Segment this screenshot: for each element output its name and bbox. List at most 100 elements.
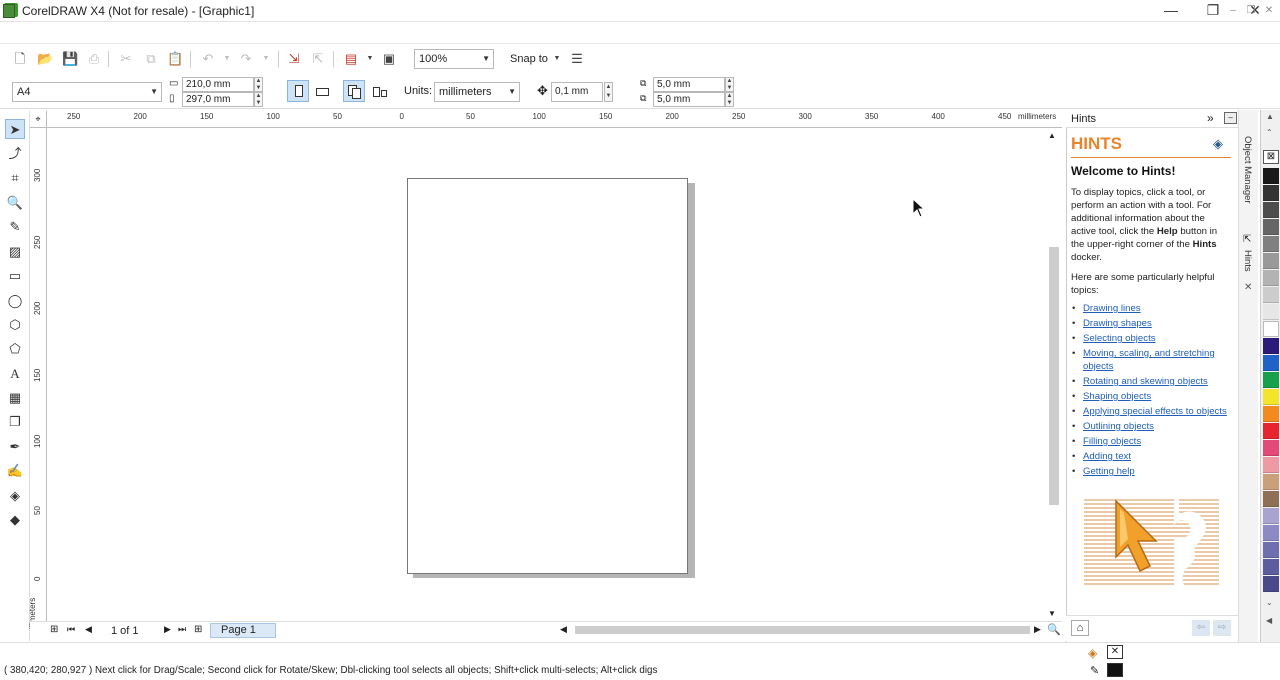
palette-swatch[interactable] [1263, 474, 1279, 490]
text-tool-icon[interactable]: A [5, 364, 25, 384]
scroll-down-icon[interactable]: ▼ [1048, 609, 1056, 618]
vertical-scroll-thumb[interactable] [1049, 247, 1059, 505]
hints-topic-link[interactable]: Moving, scaling, and stretching objects [1083, 348, 1215, 372]
hints-topic-link[interactable]: Drawing shapes [1083, 318, 1152, 329]
outline-color-swatch[interactable] [1107, 663, 1123, 677]
page-width-field[interactable]: 210,0 mm [182, 77, 254, 92]
scroll-up-icon[interactable]: ▲ [1048, 131, 1056, 140]
scroll-left-icon[interactable]: ◀ [560, 624, 567, 635]
copy-icon[interactable]: ⧉ [143, 51, 159, 67]
hints-topic-link[interactable]: Drawing lines [1083, 303, 1141, 314]
doc-minimize-button[interactable]: – [1226, 4, 1240, 18]
export-icon[interactable]: ⇱ [310, 51, 326, 67]
palette-swatch[interactable] [1263, 355, 1279, 371]
cut-icon[interactable]: ✂ [118, 51, 134, 67]
page-height-field[interactable]: 297,0 mm [182, 92, 254, 107]
hints-options-icon[interactable]: ◈ [1213, 136, 1223, 152]
minimize-button[interactable]: — [1150, 0, 1192, 20]
interactive-fill-tool-icon[interactable]: ◆ [5, 510, 25, 530]
zoom-tool-icon[interactable]: 🔍 [5, 193, 25, 213]
palette-expand-icon[interactable]: ◀ [1266, 616, 1272, 625]
palette-swatch[interactable] [1263, 559, 1279, 575]
outline-tool-icon[interactable]: ✍ [5, 461, 25, 481]
palette-swatch[interactable] [1263, 270, 1279, 286]
palette-swatch[interactable] [1263, 508, 1279, 524]
polygon-tool-icon[interactable]: ⬡ [5, 315, 25, 335]
hints-topic-link[interactable]: Outlining objects [1083, 421, 1154, 432]
undo-icon[interactable]: ↶ [200, 51, 216, 67]
palette-swatch[interactable] [1263, 576, 1279, 592]
open-icon[interactable]: 📂 [37, 51, 53, 67]
palette-swatch[interactable] [1263, 542, 1279, 558]
palette-swatch[interactable] [1263, 304, 1279, 320]
duplicate-distance-x-field[interactable]: 5,0 mm [653, 77, 725, 92]
snap-to-button[interactable]: Snap to [510, 53, 548, 65]
blend-tool-icon[interactable]: ❐ [5, 412, 25, 432]
palette-swatch[interactable] [1263, 389, 1279, 405]
ruler-origin-icon[interactable]: ⌖ [30, 111, 47, 128]
horizontal-ruler[interactable] [30, 111, 1062, 128]
palette-swatch[interactable] [1263, 253, 1279, 269]
hints-topic-link[interactable]: Getting help [1083, 466, 1135, 477]
palette-swatch[interactable] [1263, 168, 1279, 184]
duplicate-x-spinner[interactable]: ▲ ▼ [725, 77, 734, 92]
page-size-combo[interactable]: A4 ▼ [12, 82, 162, 102]
horizontal-scroll-thumb[interactable] [575, 626, 1030, 634]
doc-restore-button[interactable]: ❐ [1244, 4, 1258, 18]
palette-swatch[interactable] [1263, 287, 1279, 303]
scroll-right-icon[interactable]: ▶ [1034, 624, 1041, 635]
hints-topic-link[interactable]: Filling objects [1083, 436, 1141, 447]
last-page-icon[interactable]: ⏭ [178, 624, 186, 635]
next-page-icon[interactable]: ▶ [164, 624, 171, 635]
paste-icon[interactable]: 📋 [167, 51, 183, 67]
page-tab[interactable]: Page 1 [210, 623, 276, 638]
shape-tool-icon[interactable]: ⤴ [5, 144, 25, 164]
hints-home-icon[interactable]: ⌂ [1071, 620, 1089, 636]
duplicate-y-spinner[interactable]: ▲ ▼ [725, 92, 734, 107]
options-icon[interactable]: ☰ [569, 51, 585, 67]
hints-topic-link[interactable]: Applying special effects to objects [1083, 406, 1227, 417]
ellipse-tool-icon[interactable]: ◯ [5, 291, 25, 311]
document-icon[interactable] [3, 4, 15, 18]
insert-page-after-icon[interactable]: ⊞ [194, 624, 202, 635]
launcher-dropdown-icon[interactable]: ▼ [362, 51, 378, 67]
smart-fill-tool-icon[interactable]: ▨ [5, 242, 25, 262]
freehand-tool-icon[interactable]: ✎ [5, 217, 25, 237]
basic-shapes-tool-icon[interactable]: ⬠ [5, 339, 25, 359]
palette-swatch[interactable] [1263, 491, 1279, 507]
redo-icon[interactable]: ↷ [238, 51, 254, 67]
tab-close-icon[interactable]: ✕ [1244, 282, 1252, 293]
table-tool-icon[interactable]: ▦ [5, 388, 25, 408]
print-icon[interactable]: ⎙ [86, 51, 102, 67]
new-document-icon[interactable]: 🗋 [12, 51, 28, 67]
nudge-distance-field[interactable]: 0,1 mm [551, 82, 603, 102]
palette-swatch[interactable] [1263, 219, 1279, 235]
landscape-button[interactable] [311, 80, 333, 102]
fill-color-swatch[interactable]: ✕ [1107, 645, 1123, 659]
palette-swatch[interactable] [1263, 338, 1279, 354]
no-fill-swatch[interactable]: ⊠ [1263, 150, 1279, 164]
palette-swatch[interactable] [1263, 406, 1279, 422]
rectangle-tool-icon[interactable]: ▭ [5, 266, 25, 286]
nudge-spinner[interactable]: ▲ ▼ [604, 82, 613, 102]
navigator-icon[interactable]: 🔍 [1047, 623, 1061, 636]
units-combo[interactable]: millimeters ▼ [434, 82, 520, 102]
save-icon[interactable]: 💾 [62, 51, 78, 67]
palette-swatch[interactable] [1263, 440, 1279, 456]
snap-to-dropdown-icon[interactable]: ▼ [549, 51, 565, 67]
palette-scroll-down-icon[interactable]: ⌄ [1266, 598, 1273, 607]
zoom-level-combo[interactable]: 100% ▼ [414, 49, 494, 69]
page-height-spinner[interactable]: ▲ ▼ [254, 92, 263, 107]
palette-swatch[interactable] [1263, 457, 1279, 473]
first-page-icon[interactable]: ⏮ [67, 624, 75, 635]
redo-dropdown-icon[interactable]: ▼ [258, 51, 274, 67]
palette-swatch[interactable] [1263, 372, 1279, 388]
palette-swatch[interactable] [1263, 525, 1279, 541]
page-width-spinner[interactable]: ▲ ▼ [254, 77, 263, 92]
portrait-button[interactable] [287, 80, 309, 102]
docker-minimize-icon[interactable]: – [1224, 112, 1237, 124]
drawing-page[interactable] [407, 178, 688, 574]
import-icon[interactable]: ⇲ [286, 51, 302, 67]
welcome-screen-icon[interactable]: ▣ [381, 51, 397, 67]
palette-swatch[interactable] [1263, 321, 1279, 337]
